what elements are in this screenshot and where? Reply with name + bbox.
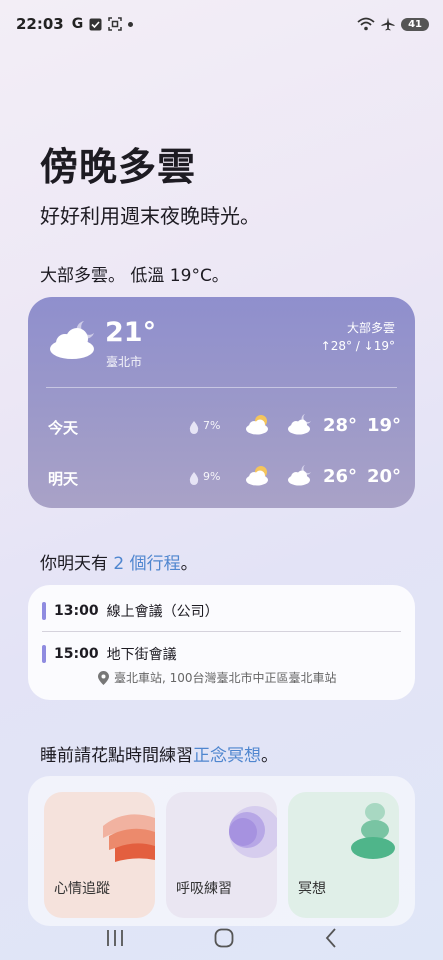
event-title: 線上會議（公司） [106,604,219,620]
event-time: 13:00 [54,603,99,619]
event-item[interactable]: 15:00 地下街會議 [42,643,177,665]
tile-label: 心情追蹤 [54,881,110,897]
location-pin-icon [98,670,109,685]
forecast-day-label: 明天 [48,470,79,488]
notification-dot-icon [128,21,134,27]
schedule-prefix: 你明天有 [40,554,114,574]
back-icon[interactable] [324,927,338,948]
divider [46,387,397,388]
schedule-count-link[interactable]: 2 個行程 [113,554,180,574]
event-location-text: 臺北車站, 100台灣臺北市中正區臺北車站 [114,671,337,685]
schedule-summary: 你明天有 2 個行程。 [40,549,198,574]
status-bar: 22:03 G 41 [0,0,443,48]
page-subtitle: 好好利用週末夜晚時光。 [40,204,260,228]
meditation-prefix: 睡前請花點時間練習 [40,746,193,766]
event-location: 臺北車站, 100台灣臺北市中正區臺北車站 [98,669,337,686]
meditation-link[interactable]: 正念冥想 [193,746,261,766]
forecast-low: 20° [367,466,402,487]
status-time: 22:03 [16,15,64,33]
tile-label: 呼吸練習 [176,881,232,897]
event-time: 15:00 [54,646,99,662]
event-title: 地下街會議 [106,647,177,663]
breathing-exercise-tile[interactable]: 呼吸練習 [166,792,277,918]
recent-apps-icon[interactable] [105,929,125,947]
weather-location: 臺北市 [106,355,143,369]
raindrop-icon [189,470,199,489]
page-title: 傍晚多雲 [40,145,197,189]
mindfulness-card: 心情追蹤 呼吸練習 冥想 [28,776,415,926]
weather-condition: 大部多雲 [346,321,395,335]
partly-cloudy-night-icon [48,319,98,365]
forecast-row-tomorrow: 明天 9% 26° 20° [28,462,415,492]
forecast-day-label: 今天 [48,419,79,437]
meditation-stones-icon [351,803,395,859]
event-item[interactable]: 13:00 線上會議（公司） [42,600,219,622]
battery-indicator: 41 [401,17,429,31]
home-icon[interactable] [214,928,234,948]
divider [42,631,401,632]
schedule-card[interactable]: 13:00 線上會議（公司） 15:00 地下街會議 臺北車站, 100台灣臺北… [28,585,415,700]
partly-cloudy-night-icon [286,413,314,439]
mood-icon [103,814,155,862]
precipitation-probability: 7% [203,419,221,432]
partly-sunny-icon [244,413,272,439]
forecast-row-today: 今天 7% 28° 19° [28,411,415,441]
google-icon: G [71,16,84,32]
meditation-tile[interactable]: 冥想 [288,792,399,918]
weather-summary: 大部多雲。 低溫 19°C。 [40,266,229,286]
navigation-bar [0,915,443,960]
airplane-mode-icon [381,17,395,31]
current-temperature: 21° [105,317,157,348]
partly-sunny-icon [244,464,272,490]
raindrop-icon [189,419,199,438]
partly-cloudy-night-icon [286,464,314,490]
event-color-bar [42,602,46,620]
weather-card[interactable]: 21° 臺北市 大部多雲 ↑28° / ↓19° 今天 7% 28° 19° 明… [28,297,415,508]
checkbox-icon [89,18,102,30]
screenshot-icon [108,17,122,31]
forecast-high: 28° [323,415,358,436]
wifi-icon [357,17,375,31]
high-low-temperature: ↑28° / ↓19° [320,339,395,353]
event-color-bar [42,645,46,663]
meditation-suffix: 。 [261,746,278,766]
mood-tracker-tile[interactable]: 心情追蹤 [44,792,155,918]
forecast-high: 26° [323,466,358,487]
precipitation-probability: 9% [203,470,221,483]
breathing-icon [229,806,277,858]
tile-label: 冥想 [298,881,326,897]
forecast-low: 19° [367,415,402,436]
schedule-suffix: 。 [180,554,198,574]
meditation-summary: 睡前請花點時間練習正念冥想。 [40,741,278,766]
